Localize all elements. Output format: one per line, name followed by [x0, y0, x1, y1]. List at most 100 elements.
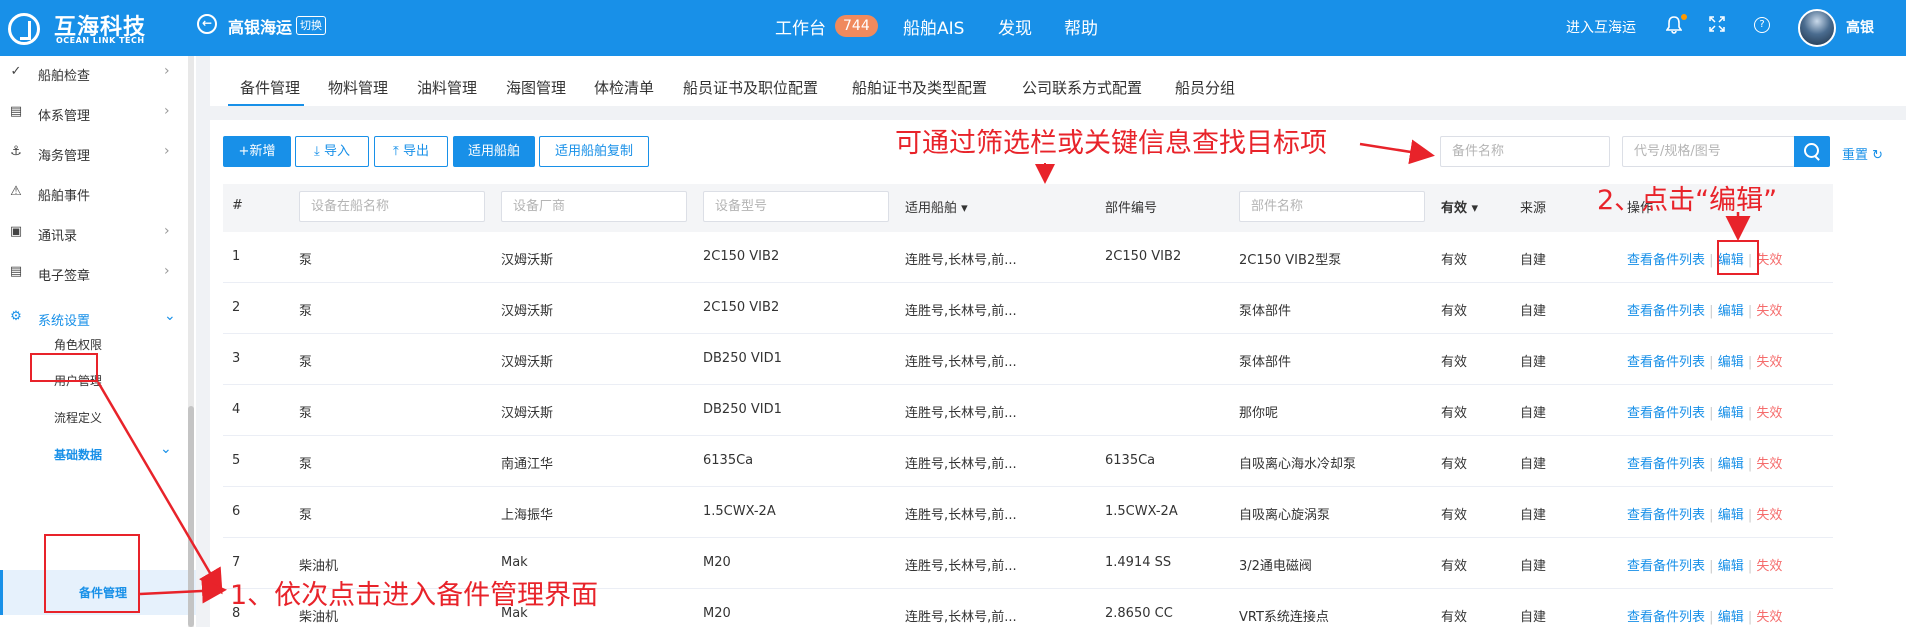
cell-source: 自建: [1520, 457, 1547, 472]
cell-part-name: 自吸离心旋涡泵: [1239, 508, 1331, 523]
col-applicable-ships[interactable]: 适用船舶 ▾: [905, 197, 968, 216]
invalidate-link[interactable]: 失效: [1756, 253, 1782, 268]
back-icon[interactable]: ←: [197, 14, 217, 34]
nav-help[interactable]: 帮助: [1064, 14, 1098, 39]
logo[interactable]: 互海科技 OCEAN LINK TECH: [6, 9, 146, 47]
edit-link[interactable]: 编辑: [1718, 406, 1744, 421]
tab-charts[interactable]: 海图管理: [506, 77, 566, 98]
applicable-ships-button[interactable]: 适用船舶: [453, 136, 535, 167]
tab-medical-checklist[interactable]: 体检清单: [594, 77, 654, 98]
edit-link[interactable]: 编辑: [1718, 457, 1744, 472]
invalidate-link[interactable]: 失效: [1756, 559, 1782, 574]
sidebar-item-ship-events[interactable]: ⚠ 船舶事件: [0, 178, 180, 208]
cell-device-name: 泵: [299, 355, 313, 370]
logo-mark-icon: [8, 13, 40, 45]
col-valid[interactable]: 有效 ▾: [1441, 197, 1478, 216]
filter-part-name[interactable]: [1239, 191, 1425, 222]
action-separator: |: [1709, 559, 1714, 574]
view-parts-link[interactable]: 查看备件列表: [1627, 406, 1705, 421]
action-separator: |: [1709, 253, 1714, 268]
view-parts-link[interactable]: 查看备件列表: [1627, 355, 1705, 370]
invalidate-link[interactable]: 失效: [1756, 355, 1782, 370]
invalidate-link[interactable]: 失效: [1756, 457, 1782, 472]
sidebar-item-e-seal[interactable]: ▤ 电子签章 ›: [0, 258, 180, 288]
action-separator: |: [1709, 304, 1714, 319]
tab-oil[interactable]: 油料管理: [417, 77, 477, 98]
copy-applicable-ships-button[interactable]: 适用船舶复制: [539, 136, 649, 167]
invalidate-link[interactable]: 失效: [1756, 610, 1782, 625]
chevron-right-icon: ›: [164, 103, 170, 119]
nav-workbench[interactable]: 工作台: [775, 14, 826, 39]
edit-link[interactable]: 编辑: [1718, 559, 1744, 574]
invalidate-link[interactable]: 失效: [1756, 304, 1782, 319]
reset-button[interactable]: 重置 ↻: [1842, 144, 1883, 163]
filter-device-name[interactable]: [299, 191, 485, 222]
edit-link[interactable]: 编辑: [1718, 610, 1744, 625]
chevron-right-icon: ›: [164, 263, 170, 279]
cell-valid: 有效: [1441, 559, 1468, 574]
sidebar-item-system-mgmt[interactable]: ▤ 体系管理 ›: [0, 98, 180, 128]
action-separator: |: [1747, 610, 1753, 625]
caret-down-icon: ▾: [961, 201, 968, 216]
tab-spare-parts[interactable]: 备件管理: [240, 77, 300, 98]
filter-model[interactable]: [703, 191, 889, 222]
tab-crew-certs[interactable]: 船员证书及职位配置: [683, 77, 818, 98]
add-button[interactable]: +新增: [223, 136, 291, 167]
view-parts-link[interactable]: 查看备件列表: [1627, 559, 1705, 574]
sidebar-item-system-settings[interactable]: ⚙ 系统设置 ⌄: [0, 303, 180, 333]
tab-company-contacts[interactable]: 公司联系方式配置: [1022, 77, 1142, 98]
cell-part-name: 2C150 VIB2型泵: [1239, 253, 1342, 268]
action-separator: |: [1709, 610, 1714, 625]
user-name[interactable]: 高银: [1846, 17, 1874, 37]
sidebar-sub-process-def[interactable]: 流程定义: [54, 409, 102, 426]
chevron-right-icon: ›: [164, 223, 170, 239]
edit-link[interactable]: 编辑: [1718, 355, 1744, 370]
import-button[interactable]: ⤓ 导入: [295, 136, 369, 167]
spare-name-search-input[interactable]: [1440, 136, 1610, 167]
tab-bar: 备件管理 物料管理 油料管理 海图管理 体检清单 船员证书及职位配置 船舶证书及…: [210, 56, 1906, 106]
upload-icon: ⤒: [393, 144, 399, 159]
col-part-no: 部件编号: [1105, 201, 1158, 216]
action-separator: |: [1747, 355, 1753, 370]
view-parts-link[interactable]: 查看备件列表: [1627, 457, 1705, 472]
sidebar-item-marine-affairs[interactable]: ⚓ 海务管理 ›: [0, 138, 180, 168]
logo-subtitle: OCEAN LINK TECH: [56, 36, 145, 45]
view-parts-link[interactable]: 查看备件列表: [1627, 610, 1705, 625]
cell-maker: Mak: [501, 555, 528, 570]
invalidate-link[interactable]: 失效: [1756, 508, 1782, 523]
code-search-input[interactable]: [1622, 136, 1795, 167]
enter-hihaiyun-link[interactable]: 进入互海运: [1566, 17, 1636, 37]
fullscreen-icon[interactable]: [1709, 16, 1725, 36]
edit-link[interactable]: 编辑: [1718, 508, 1744, 523]
switch-company-button[interactable]: 切换: [296, 16, 326, 35]
help-icon[interactable]: ?: [1754, 17, 1770, 33]
edit-link[interactable]: 编辑: [1718, 304, 1744, 319]
sidebar-sub-basic-data[interactable]: 基础数据: [54, 446, 102, 463]
nav-ship-ais[interactable]: 船舶AIS: [903, 14, 964, 39]
view-parts-link[interactable]: 查看备件列表: [1627, 508, 1705, 523]
tab-materials[interactable]: 物料管理: [328, 77, 388, 98]
cell-device-name: 泵: [299, 304, 313, 319]
cell-ships: 连胜号,长林号,前...: [905, 508, 1017, 523]
sidebar-item-ship-inspection[interactable]: ✓ 船舶检查 ›: [0, 58, 180, 88]
row-actions: 查看备件列表 | 编辑 | 失效: [1627, 300, 1782, 319]
search-button[interactable]: [1794, 136, 1830, 167]
filter-maker[interactable]: [501, 191, 687, 222]
view-parts-link[interactable]: 查看备件列表: [1627, 253, 1705, 268]
export-button[interactable]: ⤒ 导出: [374, 136, 448, 167]
chevron-down-icon: ⌄: [160, 441, 172, 457]
view-parts-link[interactable]: 查看备件列表: [1627, 304, 1705, 319]
sidebar-sub-role-perms[interactable]: 角色权限: [54, 336, 102, 353]
sidebar-item-contacts[interactable]: ▣ 通讯录 ›: [0, 218, 180, 248]
bell-icon[interactable]: [1665, 16, 1683, 38]
avatar[interactable]: [1798, 9, 1836, 47]
chevron-down-icon: ⌄: [164, 308, 176, 324]
nav-discover[interactable]: 发现: [998, 14, 1032, 39]
active-tab-underline: [228, 104, 304, 106]
sidebar-scrollbar-thumb[interactable]: [188, 406, 194, 627]
tab-crew-groups[interactable]: 船员分组: [1175, 77, 1235, 98]
action-separator: |: [1747, 559, 1753, 574]
invalidate-link[interactable]: 失效: [1756, 406, 1782, 421]
cell-maker: 上海振华: [501, 508, 554, 523]
tab-ship-certs[interactable]: 船舶证书及类型配置: [852, 77, 987, 98]
